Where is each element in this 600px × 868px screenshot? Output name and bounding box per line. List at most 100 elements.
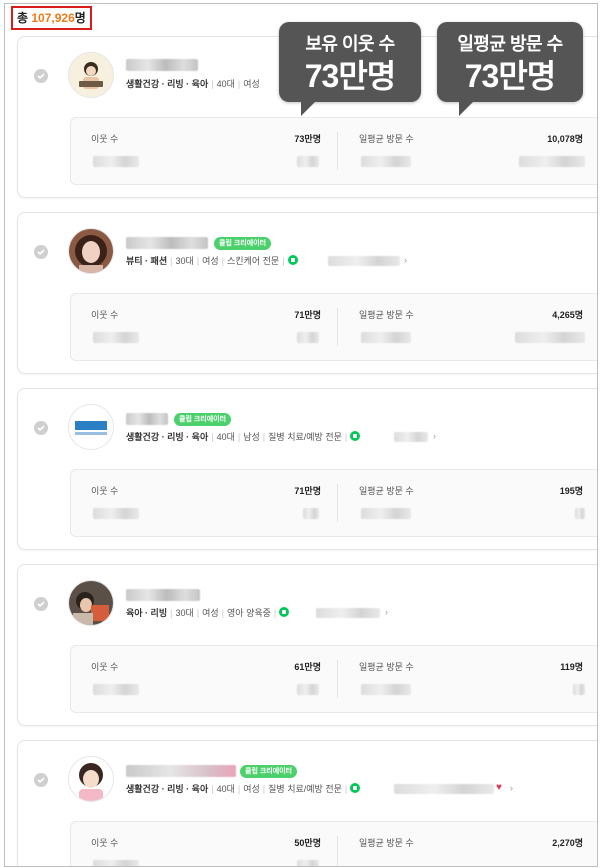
gender: 여성 xyxy=(202,256,219,266)
blog-link[interactable] xyxy=(328,256,400,266)
select-checkbox[interactable] xyxy=(34,69,48,83)
neighbors-label: 이웃 수 xyxy=(91,838,119,848)
blog-icon[interactable] xyxy=(350,783,361,793)
select-checkbox[interactable] xyxy=(34,245,48,259)
neighbors-detail-value xyxy=(297,332,319,343)
callout-neighbors-value: 73만명 xyxy=(304,58,396,94)
blog-link[interactable] xyxy=(316,608,380,618)
neighbors-value: 61만명 xyxy=(294,662,321,672)
neighbors-detail-value xyxy=(297,860,319,866)
gender: 여성 xyxy=(243,79,260,89)
blog-link[interactable] xyxy=(394,432,428,442)
avatar[interactable] xyxy=(68,228,114,274)
neighbors-value: 71만명 xyxy=(294,310,321,320)
stats-box: 이웃 수 73만명 일평균 방문 수 10,078명 xyxy=(70,117,597,185)
neighbors-label: 이웃 수 xyxy=(91,486,119,496)
daily-visits-value: 10,078명 xyxy=(547,134,583,144)
heart-icon: ♥ xyxy=(496,782,502,793)
profile-meta: 생활건강 · 리빙 · 육아 | 40대 | 여성 | 질병 치료/예방 전문 | xyxy=(126,783,363,795)
blog-name[interactable] xyxy=(126,765,236,777)
avatar[interactable] xyxy=(68,756,114,802)
influencer-card[interactable]: 클립 크리에이터 생활건강 · 리빙 · 육아 | 40대 | 여성 | 질병 치료/예방 … xyxy=(17,740,597,866)
avatar[interactable] xyxy=(68,52,114,98)
blog-icon[interactable] xyxy=(350,431,361,441)
avatar[interactable] xyxy=(68,404,114,450)
daily-visits-label: 일평균 방문 수 xyxy=(359,486,414,496)
neighbors-detail xyxy=(93,508,139,519)
specialty: 질병 치료/예방 전문 xyxy=(268,432,342,442)
categories: 생활건강 · 리빙 · 육아 xyxy=(126,79,209,89)
blog-name[interactable] xyxy=(126,413,168,425)
visits-detail-value xyxy=(575,508,585,519)
blog-name[interactable] xyxy=(126,589,200,601)
daily-visits-value: 4,265명 xyxy=(552,310,583,320)
age: 30대 xyxy=(175,608,194,618)
influencer-card[interactable]: 클립 크리에이터 뷰티 · 패션 | 30대 | 여성 | 스킨케어 전문 | › 이웃 수 … xyxy=(17,212,597,374)
total-count: 총 107,926명 xyxy=(11,6,92,30)
blog-name[interactable] xyxy=(126,59,198,71)
blog-name[interactable] xyxy=(126,237,208,249)
daily-visits-value: 119명 xyxy=(560,662,583,672)
age: 40대 xyxy=(216,784,235,794)
chevron-right-icon[interactable]: › xyxy=(510,782,513,794)
influencer-card[interactable]: 육아 · 리빙 | 30대 | 여성 | 영아 양육중 | › 이웃 수 61만명 일평균 방… xyxy=(17,564,597,726)
gender: 남성 xyxy=(243,432,260,442)
callout-neighbors: 보유 이웃 수 73만명 xyxy=(279,22,421,116)
visits-detail xyxy=(361,508,411,519)
blog-link[interactable] xyxy=(394,784,494,794)
categories: 생활건강 · 리빙 · 육아 xyxy=(126,432,209,442)
select-checkbox[interactable] xyxy=(34,421,48,435)
stats-box: 이웃 수 50만명 일평균 방문 수 2,270명 xyxy=(70,821,597,866)
categories: 뷰티 · 패션 xyxy=(126,256,168,266)
neighbors-detail-value xyxy=(297,684,319,695)
age: 40대 xyxy=(216,432,235,442)
select-checkbox[interactable] xyxy=(34,597,48,611)
gender: 여성 xyxy=(202,608,219,618)
daily-visits-value: 2,270명 xyxy=(552,838,583,848)
visits-detail xyxy=(361,684,411,695)
clip-creator-badge: 클립 크리에이터 xyxy=(174,413,232,426)
visits-detail xyxy=(361,332,411,343)
stats-box: 이웃 수 71만명 일평균 방문 수 4,265명 xyxy=(70,293,597,361)
callout-daily-visits-label: 일평균 방문 수 xyxy=(457,34,563,54)
gender: 여성 xyxy=(243,784,260,794)
neighbors-detail xyxy=(93,332,139,343)
visits-detail-value xyxy=(519,156,585,167)
chevron-right-icon[interactable]: › xyxy=(385,606,388,618)
chevron-right-icon[interactable]: › xyxy=(433,430,436,442)
age: 30대 xyxy=(175,256,194,266)
clip-creator-badge: 클립 크리에이터 xyxy=(240,765,298,778)
daily-visits-label: 일평균 방문 수 xyxy=(359,310,414,320)
visits-detail-value xyxy=(573,684,585,695)
neighbors-value: 71만명 xyxy=(294,486,321,496)
avatar[interactable] xyxy=(68,580,114,626)
clip-creator-badge: 클립 크리에이터 xyxy=(214,237,272,250)
callout-daily-visits-value: 73만명 xyxy=(464,58,556,94)
neighbors-detail-value xyxy=(303,508,319,519)
total-count-number: 107,926 xyxy=(31,11,75,25)
neighbors-detail-value xyxy=(297,156,319,167)
stats-box: 이웃 수 71만명 일평균 방문 수 195명 xyxy=(70,469,597,537)
profile-meta: 생활건강 · 리빙 · 육아 | 40대 | 여성 xyxy=(126,79,260,89)
categories: 생활건강 · 리빙 · 육아 xyxy=(126,784,209,794)
neighbors-detail xyxy=(93,156,139,167)
neighbors-value: 50만명 xyxy=(294,838,321,848)
neighbors-value: 73만명 xyxy=(294,134,321,144)
categories: 육아 · 리빙 xyxy=(126,608,168,618)
blog-icon[interactable] xyxy=(279,607,290,617)
influencer-card[interactable]: 클립 크리에이터 생활건강 · 리빙 · 육아 | 40대 | 남성 | 질병 치료/예방 … xyxy=(17,388,597,550)
callout-neighbors-label: 보유 이웃 수 xyxy=(305,34,395,54)
daily-visits-label: 일평균 방문 수 xyxy=(359,838,414,848)
neighbors-detail xyxy=(93,684,139,695)
neighbors-label: 이웃 수 xyxy=(91,662,119,672)
callout-daily-visits: 일평균 방문 수 73만명 xyxy=(437,22,583,116)
profile-meta: 생활건강 · 리빙 · 육아 | 40대 | 남성 | 질병 치료/예방 전문 | xyxy=(126,431,363,443)
select-checkbox[interactable] xyxy=(34,773,48,787)
neighbors-detail xyxy=(93,860,139,866)
neighbors-label: 이웃 수 xyxy=(91,310,119,320)
specialty: 질병 치료/예방 전문 xyxy=(268,784,342,794)
blog-icon[interactable] xyxy=(287,255,298,265)
neighbors-label: 이웃 수 xyxy=(91,134,119,144)
profile-meta: 뷰티 · 패션 | 30대 | 여성 | 스킨케어 전문 | xyxy=(126,255,301,267)
chevron-right-icon[interactable]: › xyxy=(404,254,407,266)
